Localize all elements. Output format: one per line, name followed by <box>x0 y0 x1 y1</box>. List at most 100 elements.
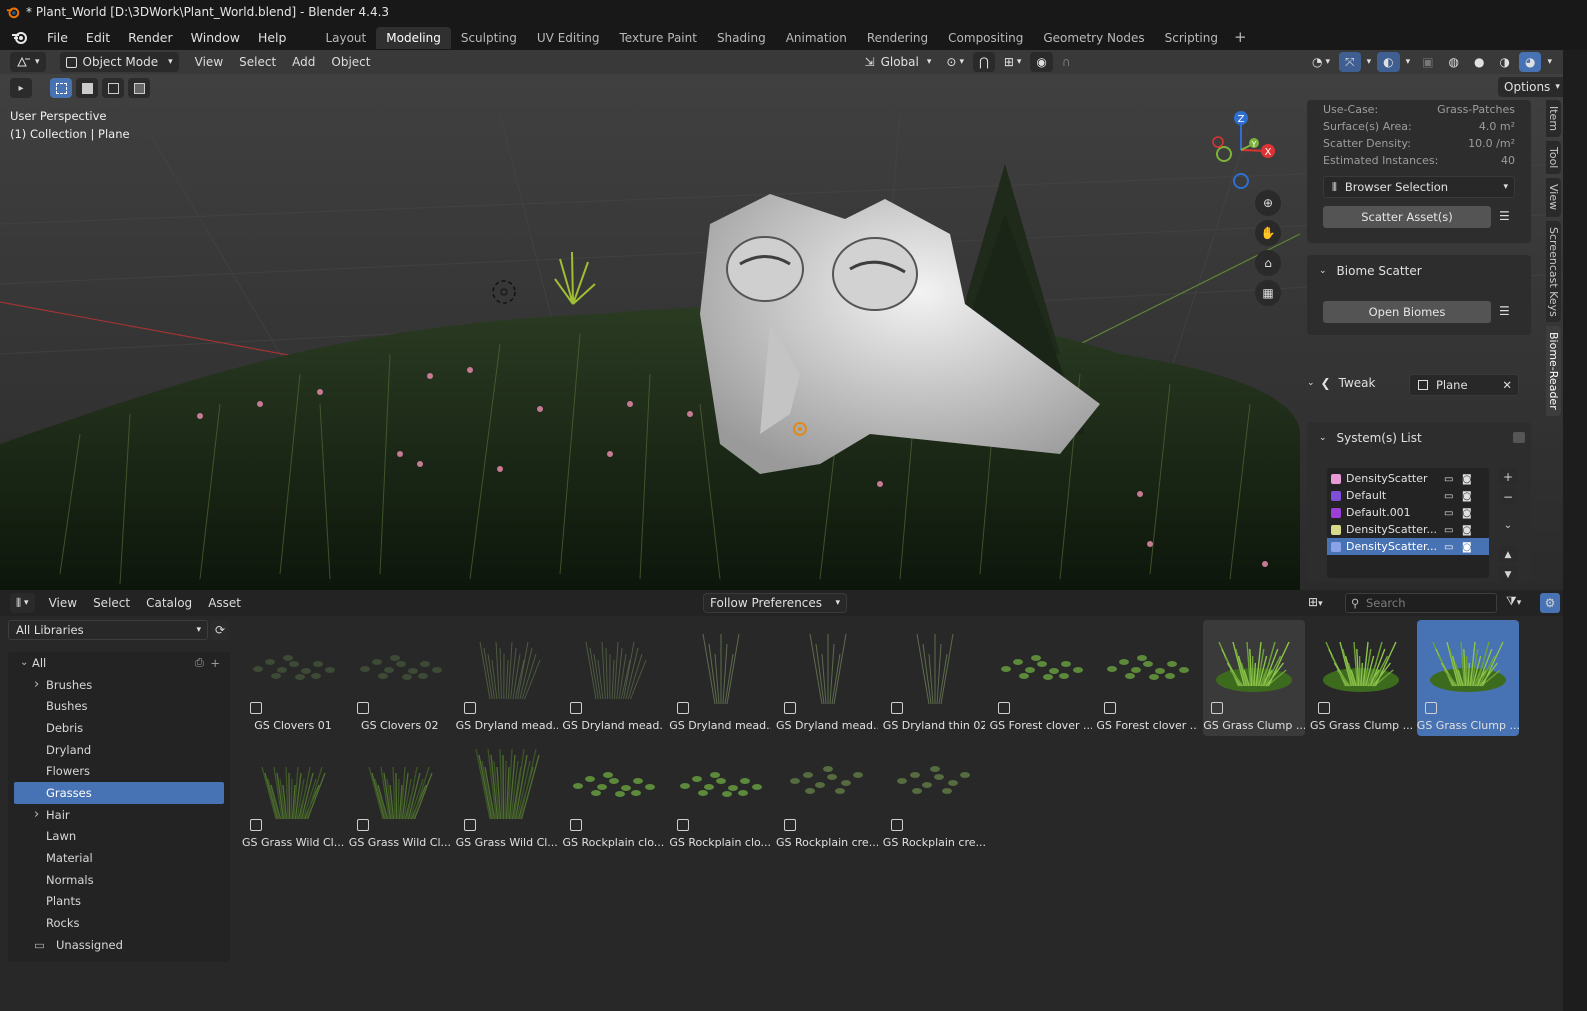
asset-tile[interactable]: GS Grass Wild Cl... <box>456 737 558 853</box>
menu-edit[interactable]: Edit <box>77 27 119 48</box>
asset-menu-select[interactable]: Select <box>85 596 138 610</box>
zoom-gizmo-button[interactable]: ⊕ <box>1255 190 1281 216</box>
catalog-item-rocks[interactable]: Rocks <box>8 912 230 934</box>
tab-uv-editing[interactable]: UV Editing <box>527 27 610 49</box>
systems-list-header[interactable]: ⌄ System(s) List <box>1319 431 1422 445</box>
select-intersect-button[interactable] <box>128 78 150 98</box>
asset-tile[interactable]: GS Dryland mead... <box>776 620 878 736</box>
catalog-item-lawn[interactable]: Lawn <box>8 826 230 848</box>
asset-checkbox[interactable] <box>570 819 583 831</box>
tab-layout[interactable]: Layout <box>315 27 376 49</box>
monitor-icon[interactable]: ▭ <box>1444 525 1456 536</box>
asset-menu-catalog[interactable]: Catalog <box>138 596 200 610</box>
camera-gizmo-button[interactable]: ⌂ <box>1255 250 1281 276</box>
camera-icon[interactable]: ◙ <box>1462 542 1474 553</box>
menu-help[interactable]: Help <box>249 27 296 48</box>
asset-checkbox[interactable] <box>1104 702 1117 714</box>
catalog-item-normals[interactable]: Normals <box>8 869 230 891</box>
asset-checkbox[interactable] <box>1211 702 1224 714</box>
mode-selector[interactable]: Object Mode ▾ <box>59 52 179 72</box>
select-tool-button[interactable]: ▸ <box>10 78 32 98</box>
editor-type-button[interactable]: ⫴ ▾ <box>10 593 35 613</box>
asset-tile[interactable]: GS Rockplain cre... <box>776 737 878 853</box>
catalog-item-grasses[interactable]: Grasses <box>14 782 224 804</box>
asset-tile[interactable]: GS Forest clover ... <box>1096 620 1198 736</box>
select-new-button[interactable] <box>50 78 72 98</box>
catalog-item-hair[interactable]: › Hair <box>8 804 230 826</box>
asset-checkbox[interactable] <box>250 702 262 714</box>
asset-checkbox[interactable] <box>356 819 369 831</box>
catalog-root[interactable]: ⌄ All ⎙ + <box>8 652 230 674</box>
list-menu-button[interactable]: ⌄ <box>1499 517 1517 534</box>
asset-checkbox[interactable] <box>784 702 796 714</box>
asset-tile[interactable]: GS Rockplain cre... <box>883 737 985 853</box>
viewport-menu-select[interactable]: Select <box>231 55 284 69</box>
asset-tile[interactable]: GS Clovers 02 <box>349 620 451 736</box>
viewport-menu-object[interactable]: Object <box>323 55 378 69</box>
monitor-icon[interactable]: ▭ <box>1444 508 1456 519</box>
move-up-button[interactable]: ▲ <box>1499 546 1517 563</box>
chevron-right-icon[interactable]: › <box>34 677 39 692</box>
library-dropdown[interactable]: All Libraries ▾ <box>8 620 208 640</box>
catalog-item-material[interactable]: Material <box>8 847 230 869</box>
select-subtract-button[interactable] <box>102 78 124 98</box>
asset-checkbox[interactable] <box>250 819 262 831</box>
asset-menu-asset[interactable]: Asset <box>200 596 249 610</box>
asset-checkbox[interactable] <box>784 819 796 831</box>
clear-icon[interactable]: ✕ <box>1502 378 1512 392</box>
asset-menu-view[interactable]: View <box>41 596 85 610</box>
system-list-item[interactable]: DensityScatter.... ▭ ◙ <box>1327 538 1489 555</box>
asset-tile[interactable]: GS Dryland mead... <box>562 620 664 736</box>
asset-checkbox[interactable] <box>1424 702 1437 714</box>
tab-geometry-nodes[interactable]: Geometry Nodes <box>1033 27 1154 49</box>
viewport-menu-view[interactable]: View <box>187 55 231 69</box>
menu-window[interactable]: Window <box>182 27 249 48</box>
asset-tile[interactable]: GS Forest clover ... <box>990 620 1092 736</box>
asset-tile[interactable]: GS Dryland mead... <box>669 620 771 736</box>
catalog-item-plants[interactable]: Plants <box>8 891 230 913</box>
proportional-edit-toggle[interactable]: ◉ <box>1030 52 1053 72</box>
asset-tile[interactable]: GS Grass Wild Cl... <box>349 737 451 853</box>
blender-menu-icon[interactable] <box>10 29 30 45</box>
camera-icon[interactable]: ◙ <box>1462 508 1474 519</box>
monitor-icon[interactable]: ▭ <box>1444 491 1456 502</box>
tab-compositing[interactable]: Compositing <box>938 27 1033 49</box>
catalog-item-debris[interactable]: Debris <box>8 717 230 739</box>
pan-gizmo-button[interactable]: ✋ <box>1255 220 1281 246</box>
asset-checkbox[interactable] <box>356 702 369 714</box>
tab-scripting[interactable]: Scripting <box>1155 27 1228 49</box>
asset-browser[interactable]: ⫴ ▾ View Select Catalog Asset Follow Prefere… <box>0 590 1563 1011</box>
system-list-item[interactable]: Default.001 ▭ ◙ <box>1327 504 1489 521</box>
catalog-item-dryland[interactable]: Dryland <box>8 739 230 761</box>
scatter-assets-button[interactable]: Scatter Asset(s) <box>1323 206 1491 228</box>
biome-scatter-header[interactable]: ⌄ Biome Scatter <box>1319 264 1422 278</box>
catalog-item-flowers[interactable]: Flowers <box>8 760 230 782</box>
add-workspace-button[interactable]: + <box>1228 28 1253 46</box>
asset-checkbox[interactable] <box>570 702 583 714</box>
camera-icon[interactable]: ◙ <box>1462 525 1474 536</box>
tab-modeling[interactable]: Modeling <box>376 27 451 49</box>
scatter-settings-icon[interactable]: ☰ <box>1499 209 1510 223</box>
asset-tile[interactable]: GS Dryland mead... <box>456 620 558 736</box>
refresh-library-button[interactable]: ⟳ <box>211 620 229 640</box>
display-mode-button[interactable]: ⊞▾ <box>1308 595 1323 609</box>
system-list-item[interactable]: Default ▭ ◙ <box>1327 487 1489 504</box>
asset-checkbox[interactable] <box>997 702 1010 714</box>
asset-tile[interactable]: GS Dryland thin 02 <box>883 620 985 736</box>
asset-tile[interactable]: GS Grass Clump ... <box>1310 620 1412 736</box>
camera-icon[interactable]: ◙ <box>1462 491 1474 502</box>
add-catalog-icon[interactable]: + <box>210 656 220 670</box>
side-tab-screencast-keys[interactable]: Screencast Keys <box>1546 220 1561 323</box>
catalog-unassigned[interactable]: ▭ Unassigned <box>8 934 230 956</box>
open-biomes-button[interactable]: Open Biomes <box>1323 301 1491 323</box>
settings-gear-button[interactable]: ⚙ <box>1540 593 1560 613</box>
transform-orientation[interactable]: ⇲ Global ▾ <box>859 52 938 72</box>
tweak-object-field[interactable]: Plane ✕ <box>1409 374 1519 396</box>
menu-file[interactable]: File <box>38 27 77 48</box>
tab-animation[interactable]: Animation <box>776 27 857 49</box>
system-list-item[interactable]: DensityScatter ▭ ◙ <box>1327 470 1489 487</box>
remove-system-button[interactable]: − <box>1499 488 1517 505</box>
side-tab-biome-reader[interactable]: Biome-Reader <box>1546 326 1561 417</box>
tab-shading[interactable]: Shading <box>707 27 776 49</box>
select-extend-button[interactable] <box>76 78 98 98</box>
